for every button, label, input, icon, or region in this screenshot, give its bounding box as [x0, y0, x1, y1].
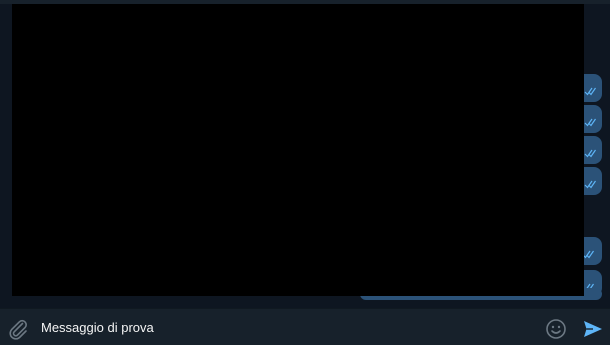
message-composer: Messaggio di prova [0, 308, 610, 345]
media-overlay[interactable] [12, 4, 584, 296]
paperclip-icon [6, 317, 30, 341]
double-check-icon [584, 117, 596, 127]
send-button[interactable] [581, 317, 605, 341]
message-input[interactable]: Messaggio di prova [41, 318, 521, 338]
smiley-icon [544, 317, 568, 341]
attach-button[interactable] [6, 317, 30, 341]
double-check-icon [584, 86, 596, 96]
emoji-button[interactable] [544, 317, 568, 341]
send-arrow-icon [581, 317, 605, 341]
double-check-icon [584, 179, 596, 189]
double-check-icon [584, 148, 596, 158]
chat-message-area[interactable] [0, 0, 610, 308]
telegram-chat-window: Messaggio di prova [0, 0, 610, 345]
